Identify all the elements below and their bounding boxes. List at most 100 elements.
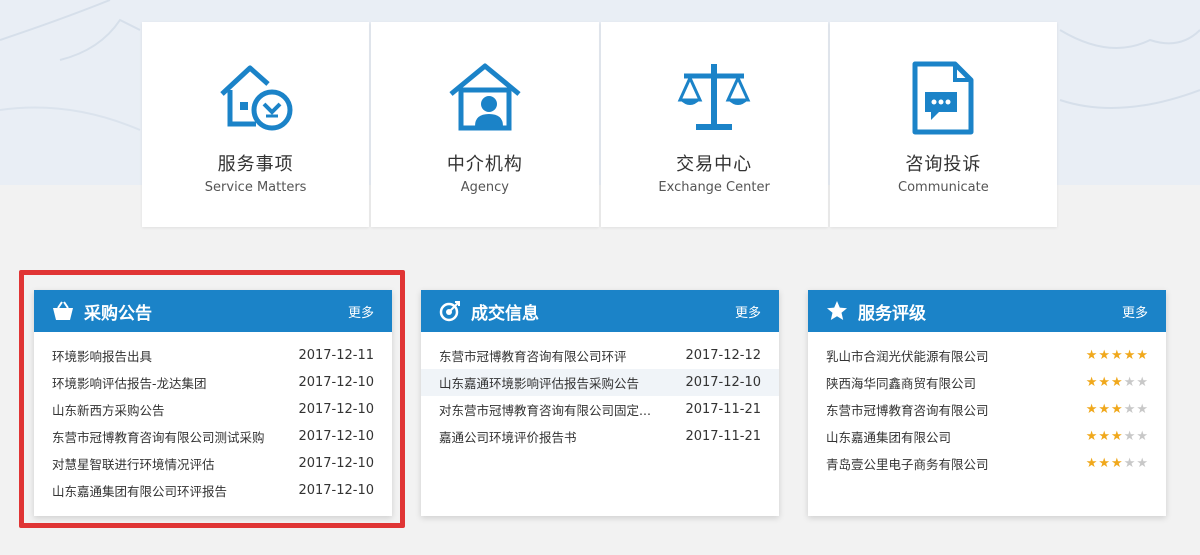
star-empty-icon: ★ xyxy=(1123,456,1136,471)
service-tiles: 服务事项 Service Matters 中介机构 Agency 交易中心 Ex… xyxy=(142,22,1057,227)
item-title[interactable]: 山东嘉通环境影响评估报告采购公告 xyxy=(439,373,681,392)
item-title[interactable]: 嘉通公司环境评价报告书 xyxy=(439,427,681,446)
deals-list: 东营市冠博教育咨询有限公司环评 2017-12-12 山东嘉通环境影响评估报告采… xyxy=(421,332,779,450)
service-label-en: Communicate xyxy=(898,180,989,195)
item-title[interactable]: 东营市冠博教育咨询有限公司环评 xyxy=(439,346,681,365)
star-filled-icon: ★ xyxy=(1136,348,1148,363)
item-date: 2017-11-21 xyxy=(685,429,761,444)
item-date: 2017-12-10 xyxy=(298,402,374,417)
star-rating: ★ ★ ★ ★ ★ xyxy=(1086,349,1148,362)
list-item[interactable]: 青岛壹公里电子商务有限公司 ★ ★ ★ ★ ★ xyxy=(808,450,1166,477)
item-date: 2017-12-10 xyxy=(685,375,761,390)
service-tile-communicate[interactable]: 咨询投诉 Communicate xyxy=(829,22,1057,227)
item-date: 2017-12-10 xyxy=(298,483,374,498)
star-empty-icon: ★ xyxy=(1123,429,1136,444)
list-item[interactable]: 环境影响报告出具 2017-12-11 xyxy=(34,342,392,369)
scales-icon xyxy=(677,64,751,130)
item-title[interactable]: 东营市冠博教育咨询有限公司测试采购 xyxy=(52,427,294,446)
star-filled-icon: ★ xyxy=(1111,429,1123,444)
list-item[interactable]: 东营市冠博教育咨询有限公司测试采购 2017-12-10 xyxy=(34,423,392,450)
list-item[interactable]: 嘉通公司环境评价报告书 2017-11-21 xyxy=(421,423,779,450)
star-filled-icon: ★ xyxy=(1085,456,1098,471)
more-link[interactable]: 更多 xyxy=(1122,302,1148,321)
item-title[interactable]: 山东新西方采购公告 xyxy=(52,400,294,419)
item-date: 2017-12-12 xyxy=(685,348,761,363)
item-date: 2017-12-10 xyxy=(298,375,374,390)
star-empty-icon: ★ xyxy=(1136,402,1148,417)
star-filled-icon: ★ xyxy=(1111,402,1123,417)
list-item[interactable]: 山东嘉通环境影响评估报告采购公告 2017-12-10 xyxy=(421,369,779,396)
star-filled-icon: ★ xyxy=(1111,456,1123,471)
list-item[interactable]: 东营市冠博教育咨询有限公司 ★ ★ ★ ★ ★ xyxy=(808,396,1166,423)
service-label-cn: 服务事项 xyxy=(217,154,294,175)
item-title[interactable]: 环境影响评估报告-龙达集团 xyxy=(52,373,294,392)
star-filled-icon: ★ xyxy=(1098,402,1111,417)
service-label-cn: 中介机构 xyxy=(446,154,523,175)
item-title[interactable]: 山东嘉通集团有限公司环评报告 xyxy=(52,481,294,500)
more-link[interactable]: 更多 xyxy=(735,302,761,321)
house-person-icon xyxy=(449,63,521,131)
list-item[interactable]: 环境影响评估报告-龙达集团 2017-12-10 xyxy=(34,369,392,396)
target-icon xyxy=(439,301,460,322)
star-filled-icon: ★ xyxy=(1098,348,1111,363)
service-label-cn: 咨询投诉 xyxy=(905,154,982,175)
company-name[interactable]: 乳山市合润光伏能源有限公司 xyxy=(826,346,1086,365)
list-item[interactable]: 对慧星智联进行环境情况评估 2017-12-10 xyxy=(34,450,392,477)
service-tile-agency[interactable]: 中介机构 Agency xyxy=(371,22,599,227)
item-title[interactable]: 对东营市冠博教育咨询有限公司固定... xyxy=(439,400,681,419)
star-empty-icon: ★ xyxy=(1123,402,1136,417)
service-label-en: Service Matters xyxy=(204,180,307,195)
list-item[interactable]: 山东嘉通集团有限公司环评报告 2017-12-10 xyxy=(34,477,392,504)
company-name[interactable]: 东营市冠博教育咨询有限公司 xyxy=(826,400,1086,419)
star-filled-icon: ★ xyxy=(1098,375,1111,390)
house-clock-icon xyxy=(219,65,293,131)
company-name[interactable]: 青岛壹公里电子商务有限公司 xyxy=(826,454,1086,473)
list-item[interactable]: 乳山市合润光伏能源有限公司 ★ ★ ★ ★ ★ xyxy=(808,342,1166,369)
deals-panel: 成交信息 更多 东营市冠博教育咨询有限公司环评 2017-12-12 山东嘉通环… xyxy=(421,290,779,516)
list-item[interactable]: 山东嘉通集团有限公司 ★ ★ ★ ★ ★ xyxy=(808,423,1166,450)
star-filled-icon: ★ xyxy=(1111,375,1123,390)
procurement-panel: 采购公告 更多 环境影响报告出具 2017-12-11 环境影响评估报告-龙达集… xyxy=(34,290,392,516)
document-chat-icon xyxy=(912,61,974,135)
star-filled-icon: ★ xyxy=(1098,456,1111,471)
item-title[interactable]: 环境影响报告出具 xyxy=(52,346,294,365)
service-tile-exchange-center[interactable]: 交易中心 Exchange Center xyxy=(600,22,828,227)
company-name[interactable]: 山东嘉通集团有限公司 xyxy=(826,427,1086,446)
star-rating: ★ ★ ★ ★ ★ xyxy=(1086,403,1148,416)
service-label-cn: 交易中心 xyxy=(676,154,753,175)
service-label-en: Exchange Center xyxy=(658,180,770,195)
star-rating: ★ ★ ★ ★ ★ xyxy=(1086,376,1148,389)
list-item[interactable]: 对东营市冠博教育咨询有限公司固定... 2017-11-21 xyxy=(421,396,779,423)
company-name[interactable]: 陕西海华同鑫商贸有限公司 xyxy=(826,373,1086,392)
star-filled-icon: ★ xyxy=(1098,429,1111,444)
more-link[interactable]: 更多 xyxy=(348,302,374,321)
item-date: 2017-12-10 xyxy=(298,429,374,444)
star-rating: ★ ★ ★ ★ ★ xyxy=(1086,457,1148,470)
star-empty-icon: ★ xyxy=(1136,456,1148,471)
star-rating: ★ ★ ★ ★ ★ xyxy=(1086,430,1148,443)
star-empty-icon: ★ xyxy=(1123,375,1136,390)
star-filled-icon: ★ xyxy=(1085,402,1098,417)
list-item[interactable]: 陕西海华同鑫商贸有限公司 ★ ★ ★ ★ ★ xyxy=(808,369,1166,396)
panel-header: 成交信息 更多 xyxy=(421,290,779,332)
star-empty-icon: ★ xyxy=(1136,429,1148,444)
item-date: 2017-12-11 xyxy=(298,348,374,363)
basket-icon xyxy=(53,301,73,320)
item-date: 2017-12-10 xyxy=(298,456,374,471)
panel-title: 采购公告 xyxy=(84,303,152,324)
panel-title: 成交信息 xyxy=(471,303,539,324)
panel-title: 服务评级 xyxy=(858,303,926,324)
ratings-panel: 服务评级 更多 乳山市合润光伏能源有限公司 ★ ★ ★ ★ ★ 陕西海华同鑫商贸有限公司… xyxy=(808,290,1166,516)
item-date: 2017-11-21 xyxy=(685,402,761,417)
star-empty-icon: ★ xyxy=(1136,375,1148,390)
list-item[interactable]: 山东新西方采购公告 2017-12-10 xyxy=(34,396,392,423)
ratings-list: 乳山市合润光伏能源有限公司 ★ ★ ★ ★ ★ 陕西海华同鑫商贸有限公司 ★ ★ ★ ★ ★ 东… xyxy=(808,332,1166,477)
list-item[interactable]: 东营市冠博教育咨询有限公司环评 2017-12-12 xyxy=(421,342,779,369)
service-tile-service-matters[interactable]: 服务事项 Service Matters xyxy=(142,22,370,227)
star-filled-icon: ★ xyxy=(1085,375,1098,390)
star-badge-icon xyxy=(827,301,847,320)
item-title[interactable]: 对慧星智联进行环境情况评估 xyxy=(52,454,294,473)
panel-header: 服务评级 更多 xyxy=(808,290,1166,332)
star-filled-icon: ★ xyxy=(1111,348,1123,363)
panel-header: 采购公告 更多 xyxy=(34,290,392,332)
